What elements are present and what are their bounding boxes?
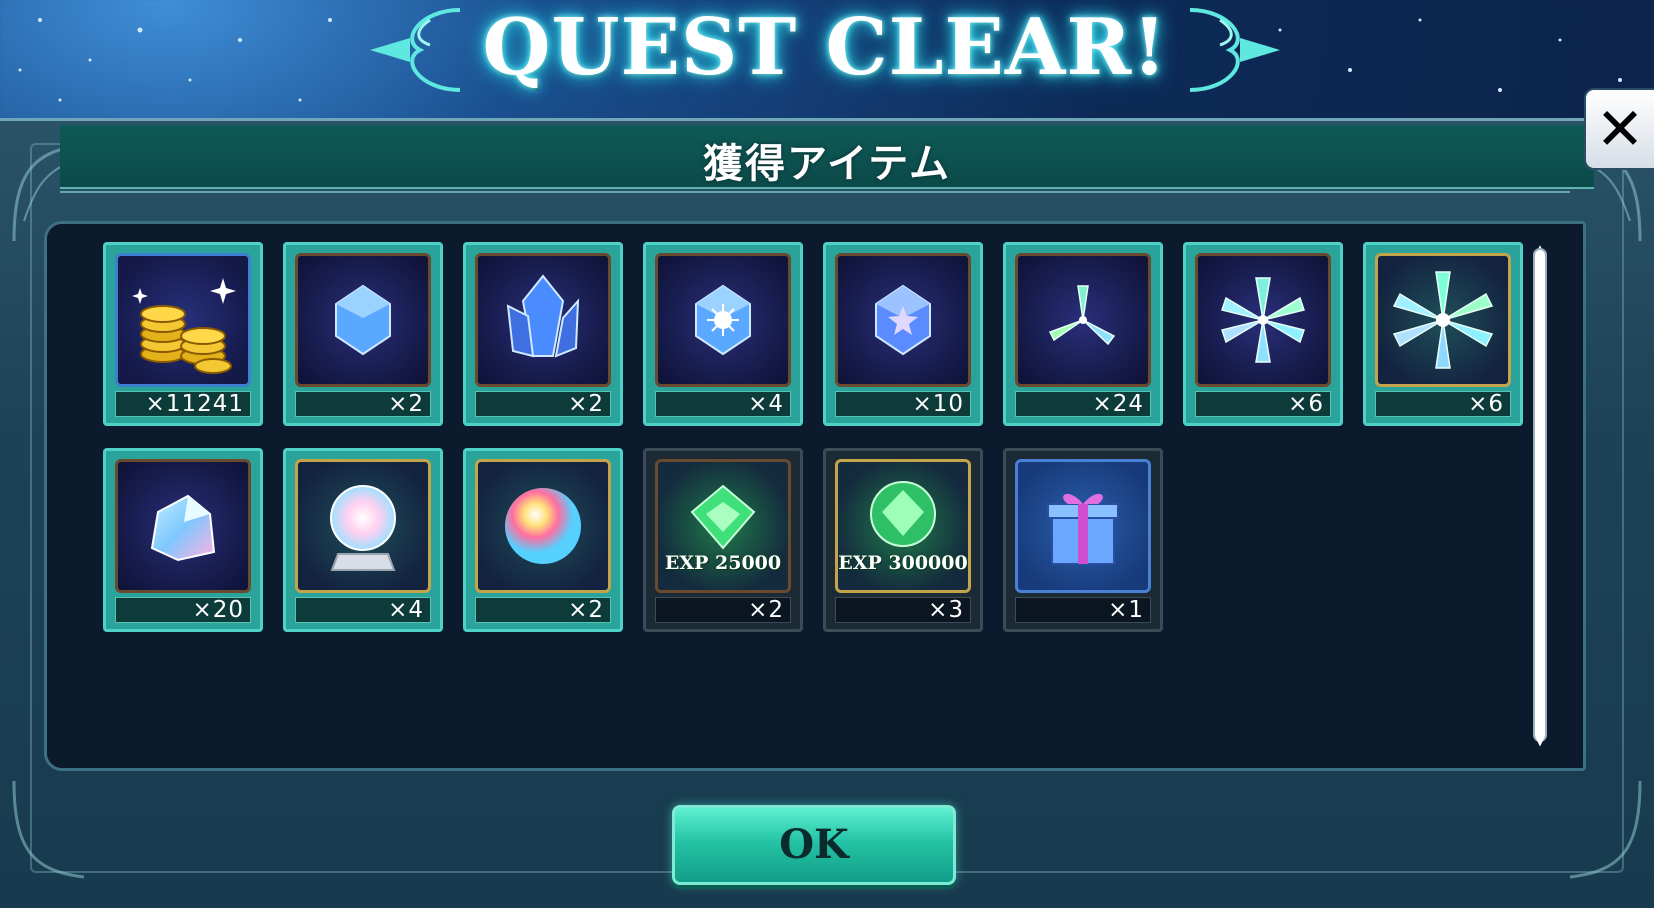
ok-button[interactable]: OK [672, 805, 956, 885]
item-count: ×3 [835, 597, 971, 623]
quest-clear-title: QUEST CLEAR! [482, 2, 1168, 93]
reward-dialog: 獲得アイテム ×11241 ×2 ×2 ×4 ×10 ×24 ×6 ×6 ×20… [0, 118, 1654, 908]
item-count: ×24 [1015, 391, 1151, 417]
gold-coins-icon [115, 253, 251, 387]
close-button[interactable]: ✕ [1584, 88, 1654, 170]
crystal-shard-star-icon [1195, 253, 1331, 387]
item-slot[interactable]: EXP 300000 ×3 [823, 448, 983, 632]
close-icon: ✕ [1595, 95, 1645, 163]
corner-ornament-icon [1569, 780, 1642, 879]
item-count: ×20 [115, 597, 251, 623]
crystal-ball-icon [295, 459, 431, 593]
dialog-header: 獲得アイテム [60, 125, 1594, 189]
scrollbar[interactable] [1533, 248, 1547, 742]
star-gem-icon [835, 253, 971, 387]
rainbow-orb-icon [475, 459, 611, 593]
item-count: ×2 [475, 597, 611, 623]
item-count: ×2 [295, 391, 431, 417]
exp-crystal-icon: EXP 25000 [655, 459, 791, 593]
item-count: ×1 [1015, 597, 1151, 623]
exp-label: EXP 300000 [838, 552, 968, 574]
item-count: ×6 [1375, 391, 1511, 417]
item-slot[interactable]: ×24 [1003, 242, 1163, 426]
corner-ornament-icon [12, 780, 85, 879]
item-slot[interactable]: ×4 [643, 242, 803, 426]
moon-crystal-cluster-icon [475, 253, 611, 387]
item-slot[interactable]: ×4 [283, 448, 443, 632]
item-slot[interactable]: ×2 [283, 242, 443, 426]
crystal-snowflake-icon [1375, 253, 1511, 387]
item-slot[interactable]: ×2 [463, 242, 623, 426]
item-slot[interactable]: EXP 25000 ×2 [643, 448, 803, 632]
item-slot[interactable]: ×10 [823, 242, 983, 426]
item-count: ×11241 [115, 391, 251, 417]
scroll-down-icon[interactable]: ▼ [1531, 734, 1549, 748]
sun-gem-icon [655, 253, 791, 387]
item-slot[interactable]: ×11241 [103, 242, 263, 426]
item-count: ×4 [655, 391, 791, 417]
item-slot[interactable]: ×6 [1183, 242, 1343, 426]
exp-crystal-large-icon: EXP 300000 [835, 459, 971, 593]
item-count: ×10 [835, 391, 971, 417]
right-ornament-icon [1189, 8, 1280, 92]
header-divider [60, 191, 1570, 193]
gift-box-icon [1015, 459, 1151, 593]
item-slot[interactable]: ×2 [463, 448, 623, 632]
blue-moon-gem-icon [295, 253, 431, 387]
dialog-title: 獲得アイテム [703, 141, 951, 187]
crystal-shard-three-icon [1015, 253, 1151, 387]
item-count: ×4 [295, 597, 431, 623]
item-count: ×2 [655, 597, 791, 623]
quest-clear-banner: QUEST CLEAR! [360, 0, 1290, 112]
item-count: ×6 [1195, 391, 1331, 417]
items-panel[interactable]: ×11241 ×2 ×2 ×4 ×10 ×24 ×6 ×6 ×20 ×4 ×2 … [44, 221, 1586, 771]
item-slot[interactable]: ×20 [103, 448, 263, 632]
item-count: ×2 [475, 391, 611, 417]
item-grid: ×11241 ×2 ×2 ×4 ×10 ×24 ×6 ×6 ×20 ×4 ×2 … [103, 242, 1543, 632]
item-slot[interactable]: ×6 [1363, 242, 1523, 426]
exp-label: EXP 25000 [664, 552, 782, 574]
item-slot[interactable]: ×1 [1003, 448, 1163, 632]
rainbow-ore-icon [115, 459, 251, 593]
